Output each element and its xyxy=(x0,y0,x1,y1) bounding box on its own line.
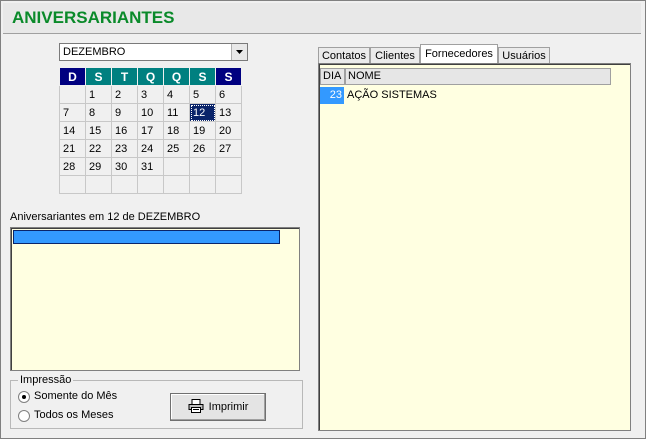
calendar-day[interactable]: 28 xyxy=(59,157,86,176)
calendar-day[interactable]: 7 xyxy=(59,103,86,122)
calendar-day[interactable]: 8 xyxy=(85,103,112,122)
calendar-week: 14 15 16 17 18 19 20 xyxy=(59,121,242,140)
calendar-day[interactable]: 26 xyxy=(189,139,216,158)
weekday-header: S xyxy=(85,67,112,86)
calendar-day[interactable]: 17 xyxy=(137,121,164,140)
tab-fornecedores[interactable]: Fornecedores xyxy=(420,44,498,63)
calendar-week: 123456 xyxy=(59,85,242,104)
calendar-blank-cell xyxy=(137,175,164,194)
calendar-day[interactable]: 5 xyxy=(189,85,216,104)
birthdays-label: Aniversariantes em 12 de DEZEMBRO xyxy=(10,211,201,223)
calendar-day[interactable]: 23 xyxy=(111,139,138,158)
weekday-header: Q xyxy=(137,67,164,86)
calendar-day[interactable]: 27 xyxy=(215,139,242,158)
calendar-blank-cell xyxy=(59,175,86,194)
print-button[interactable]: Imprimir xyxy=(170,393,266,421)
title-bar: ANIVERSARIANTES xyxy=(3,3,641,34)
weekday-header: D xyxy=(59,67,86,86)
calendar-blank-cell xyxy=(111,175,138,194)
calendar-day[interactable]: 19 xyxy=(189,121,216,140)
tab-panel-fornecedores xyxy=(318,63,631,431)
chevron-down-icon[interactable] xyxy=(231,44,247,60)
grid-header: DIA NOME xyxy=(320,68,611,85)
calendar-day[interactable]: 21 xyxy=(59,139,86,158)
calendar-blank-cell xyxy=(85,175,112,194)
calendar-day[interactable]: 4 xyxy=(163,85,190,104)
tab-contatos[interactable]: Contatos xyxy=(318,47,370,63)
calendar-blank-cell xyxy=(59,85,86,104)
calendar-week: 21 22 23 24 25 26 27 xyxy=(59,139,242,158)
radio-all-months-label[interactable]: Todos os Meses xyxy=(34,409,113,421)
page-title: ANIVERSARIANTES xyxy=(12,8,175,27)
tab-usuarios[interactable]: Usuários xyxy=(498,47,550,63)
weekday-header: S xyxy=(189,67,216,86)
calendar-blank-cell xyxy=(189,175,216,194)
calendar-day[interactable]: 24 xyxy=(137,139,164,158)
radio-all-months[interactable] xyxy=(18,410,30,422)
weekday-header: S xyxy=(215,67,242,86)
radio-month-only[interactable] xyxy=(18,391,30,403)
calendar-day[interactable]: 22 xyxy=(85,139,112,158)
calendar-day[interactable]: 25 xyxy=(163,139,190,158)
printer-icon xyxy=(188,398,204,416)
calendar-week: 28 29 30 31 xyxy=(59,157,242,176)
calendar-day[interactable]: 15 xyxy=(85,121,112,140)
print-group-label: Impressão xyxy=(18,374,74,386)
calendar-grid: D S T Q Q S S 1 2 3 4 5 6 7 8 9 10 11 12 13 14 15 16 17 1… xyxy=(59,67,242,194)
column-header-nome[interactable]: NOME xyxy=(345,68,611,85)
weekday-header: T xyxy=(111,67,138,86)
tab-clientes[interactable]: Clientes xyxy=(370,47,420,63)
calendar-day[interactable]: 6 xyxy=(215,85,242,104)
calendar-day[interactable]: 18 xyxy=(163,121,190,140)
calendar-blank-cell xyxy=(163,175,190,194)
table-row[interactable]: 23 AÇÃO SISTEMAS xyxy=(320,87,611,104)
month-select-value: DEZEMBRO xyxy=(63,46,126,58)
cell-nome: AÇÃO SISTEMAS xyxy=(347,89,437,101)
birthdays-list[interactable] xyxy=(10,227,300,371)
calendar-day[interactable]: 31 xyxy=(137,157,164,176)
calendar-day[interactable]: 14 xyxy=(59,121,86,140)
print-button-label: Imprimir xyxy=(208,401,249,413)
list-item[interactable] xyxy=(13,230,280,244)
calendar-week: 7 8 9 10 11 12 13 xyxy=(59,103,242,122)
calendar-blank-cell xyxy=(189,157,216,176)
calendar-blank-cell xyxy=(215,175,242,194)
calendar-day[interactable]: 13 xyxy=(215,103,242,122)
calendar-week xyxy=(59,175,242,194)
month-select[interactable]: DEZEMBRO xyxy=(59,43,248,61)
calendar-blank-cell xyxy=(163,157,190,176)
calendar-blank-cell xyxy=(215,157,242,176)
calendar-day[interactable]: 12 xyxy=(189,103,216,122)
calendar-day[interactable]: 9 xyxy=(111,103,138,122)
calendar-day[interactable]: 20 xyxy=(215,121,242,140)
calendar-day[interactable]: 11 xyxy=(163,103,190,122)
calendar-day[interactable]: 29 xyxy=(85,157,112,176)
calendar-day[interactable]: 30 xyxy=(111,157,138,176)
cell-dia: 23 xyxy=(320,87,344,104)
calendar-day[interactable]: 3 xyxy=(137,85,164,104)
calendar-day[interactable]: 1 xyxy=(85,85,112,104)
calendar-day[interactable]: 16 xyxy=(111,121,138,140)
weekday-header: Q xyxy=(163,67,190,86)
radio-month-only-label[interactable]: Somente do Mês xyxy=(34,390,117,402)
calendar-body: 1 2 3 4 5 6 7 8 9 10 11 12 13 14 15 16 17 18 19 20 21 22 23 24 2… xyxy=(59,85,242,194)
column-header-dia[interactable]: DIA xyxy=(320,68,345,85)
calendar-day[interactable]: 2 xyxy=(111,85,138,104)
calendar-day[interactable]: 10 xyxy=(137,103,164,122)
